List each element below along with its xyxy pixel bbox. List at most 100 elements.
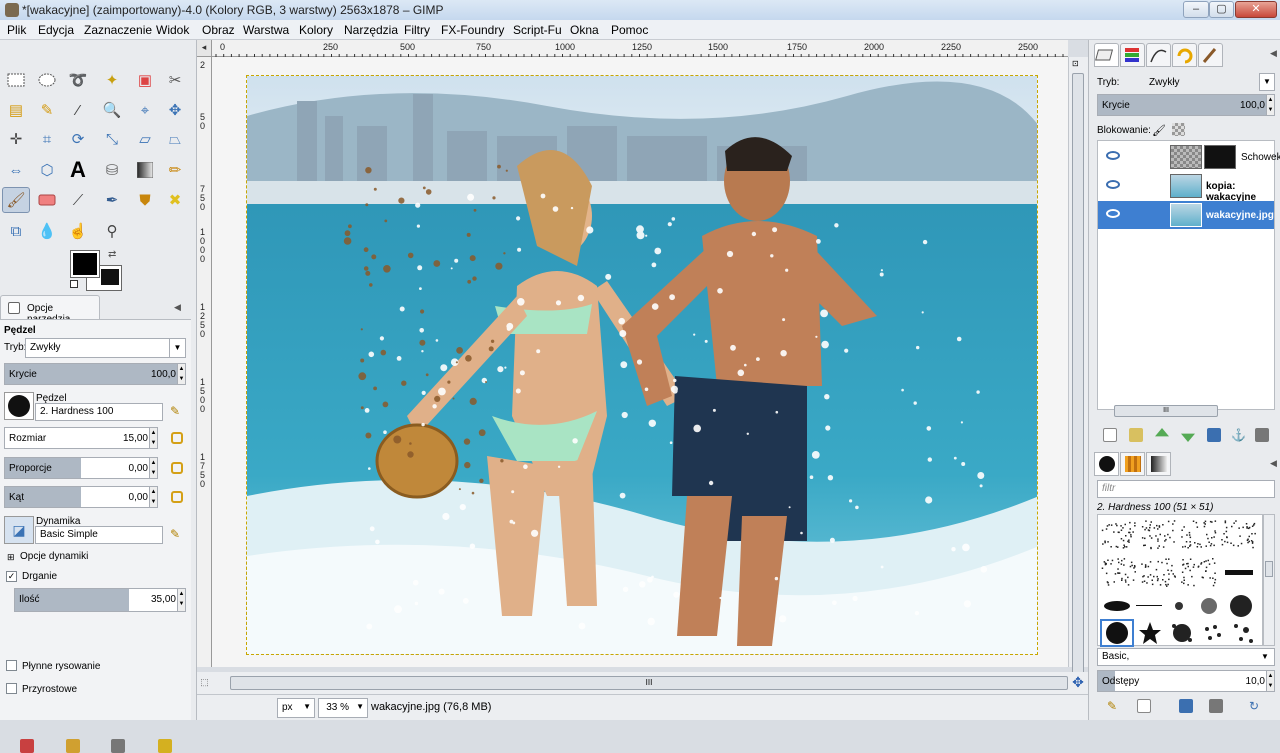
- save-options-icon[interactable]: [20, 739, 34, 753]
- menu-plik[interactable]: Plik: [7, 23, 26, 37]
- brush-cell[interactable]: [1164, 593, 1194, 619]
- brush-filter-input[interactable]: filtr: [1097, 480, 1275, 498]
- amount-slider[interactable]: Ilość 35,00 ▲ ▼: [14, 588, 186, 612]
- duplicate-layer-icon[interactable]: [1207, 428, 1221, 442]
- smudge-icon[interactable]: ☝: [64, 218, 92, 244]
- horizontal-scrollbar-thumb[interactable]: III: [230, 676, 1068, 690]
- menu-okna[interactable]: Okna: [570, 23, 599, 37]
- perspective-clone-icon[interactable]: ⧉: [2, 218, 30, 244]
- size-spinner[interactable]: ▲ ▼: [149, 428, 157, 448]
- menu-filtry[interactable]: Filtry: [404, 23, 430, 37]
- edit-dynamics-icon[interactable]: ✎: [170, 527, 180, 541]
- edit-brush-icon[interactable]: ✎: [1107, 699, 1121, 713]
- paths-icon[interactable]: ✎: [33, 97, 61, 123]
- zoom-select[interactable]: 33 % ▼: [318, 698, 368, 718]
- brush-preview[interactable]: [4, 392, 34, 420]
- brush-cell[interactable]: [1134, 619, 1166, 647]
- brush-name-field[interactable]: 2. Hardness 100: [35, 403, 163, 421]
- new-layer-group-icon[interactable]: [1129, 428, 1143, 442]
- lock-alpha-icon[interactable]: [1172, 123, 1185, 136]
- new-layer-icon[interactable]: [1103, 428, 1117, 442]
- brush-cell[interactable]: [1100, 593, 1134, 619]
- dodge-burn-icon[interactable]: ⚲: [98, 218, 126, 244]
- brush-cell[interactable]: [1194, 593, 1224, 619]
- eraser-icon[interactable]: [33, 187, 61, 213]
- menu-edycja[interactable]: Edycja: [38, 23, 74, 37]
- blend-icon[interactable]: [131, 157, 159, 183]
- reset-ratio-icon[interactable]: [171, 462, 183, 474]
- image-canvas[interactable]: [246, 75, 1038, 655]
- brush-cell[interactable]: [1198, 619, 1228, 647]
- foreground-color-swatch[interactable]: [70, 250, 100, 278]
- move-icon[interactable]: ✥: [161, 97, 189, 123]
- layer-opacity-slider[interactable]: Krycie 100,0 ▲ ▼: [1097, 94, 1275, 116]
- brush-grid-scroll-thumb[interactable]: [1265, 561, 1273, 577]
- lock-pixels-icon[interactable]: 🖌: [1152, 124, 1166, 137]
- chevron-down-icon[interactable]: ▼: [1259, 73, 1275, 91]
- menu-obraz[interactable]: Obraz: [202, 23, 235, 37]
- rotate-icon[interactable]: ⟳: [64, 126, 92, 152]
- menu-warstwa[interactable]: Warstwa: [243, 23, 289, 37]
- panel-menu-icon[interactable]: ◀: [1270, 458, 1277, 469]
- menu-fx-foundry[interactable]: FX-Foundry: [441, 23, 504, 37]
- panel-menu-icon[interactable]: ◀: [174, 302, 181, 313]
- amount-spinner[interactable]: ▲ ▼: [177, 589, 185, 611]
- color-picker-icon[interactable]: ⁄: [64, 97, 92, 123]
- crop-icon[interactable]: ⌗: [33, 126, 61, 152]
- incremental-checkbox[interactable]: [6, 683, 17, 694]
- ink-icon[interactable]: ✒: [98, 187, 126, 213]
- heal-icon[interactable]: ✖: [161, 187, 189, 213]
- pencil-icon[interactable]: ✏: [161, 157, 189, 183]
- dynamics-icon[interactable]: ◪: [4, 516, 34, 544]
- text-tool-icon[interactable]: A: [64, 157, 92, 183]
- jitter-checkbox[interactable]: ✓: [6, 571, 17, 582]
- chevron-down-icon[interactable]: ▼: [1261, 652, 1269, 661]
- scissors-icon[interactable]: ✂: [161, 67, 189, 93]
- delete-options-icon[interactable]: [111, 739, 125, 753]
- refresh-brushes-icon[interactable]: ↻: [1249, 699, 1263, 713]
- close-button[interactable]: ✕: [1235, 1, 1277, 18]
- vertical-scrollbar[interactable]: ⊡: [1068, 57, 1088, 715]
- ratio-spinner[interactable]: ▲ ▼: [149, 458, 157, 478]
- brush-cell[interactable]: [1220, 517, 1258, 553]
- visibility-icon[interactable]: [1106, 180, 1120, 189]
- clone-icon[interactable]: ⛊: [131, 187, 159, 213]
- flip-icon[interactable]: ⇔: [2, 157, 30, 183]
- ratio-slider[interactable]: Proporcje 0,00 ▲ ▼: [4, 457, 158, 479]
- tab-channels[interactable]: [1120, 43, 1145, 67]
- blur-icon[interactable]: 💧: [33, 218, 61, 244]
- reset-colors-icon[interactable]: [70, 280, 78, 288]
- raise-layer-icon[interactable]: [1155, 428, 1169, 437]
- reset-size-icon[interactable]: [171, 432, 183, 444]
- shear-icon[interactable]: ▱: [131, 126, 159, 152]
- scale-icon[interactable]: ⤡: [98, 126, 126, 152]
- opacity-spinner[interactable]: ▲ ▼: [177, 364, 185, 384]
- visibility-icon[interactable]: [1106, 209, 1120, 218]
- select-by-color-icon[interactable]: ▣: [131, 67, 159, 93]
- tab-layers[interactable]: [1094, 43, 1119, 67]
- airbrush-icon[interactable]: ⟋: [64, 187, 92, 213]
- visibility-icon[interactable]: [1106, 151, 1120, 160]
- layer-row[interactable]: kopia: wakacyjne: [1098, 172, 1274, 203]
- panel-menu-icon[interactable]: ◀: [1270, 48, 1277, 59]
- new-brush-icon[interactable]: [1137, 699, 1151, 713]
- smooth-checkbox[interactable]: [6, 660, 17, 671]
- tab-brushes[interactable]: [1198, 43, 1223, 67]
- vertical-scrollbar-thumb[interactable]: [1072, 73, 1084, 715]
- layer-row[interactable]: Schowek: [1098, 143, 1280, 171]
- layer-opacity-spinner[interactable]: ▲ ▼: [1266, 95, 1274, 115]
- magic-wand-icon[interactable]: ✦: [98, 67, 126, 93]
- menu-widok[interactable]: Widok: [156, 23, 189, 37]
- cage-transform-icon[interactable]: ⬡: [33, 157, 61, 183]
- measure-icon[interactable]: ⌖: [131, 97, 159, 123]
- reset-options-icon[interactable]: [158, 739, 172, 753]
- perspective-icon[interactable]: ⏢: [161, 126, 189, 152]
- tab-paths[interactable]: [1146, 43, 1171, 67]
- edit-brush-icon[interactable]: ✎: [170, 404, 180, 418]
- angle-spinner[interactable]: ▲ ▼: [149, 487, 157, 507]
- brush-cell[interactable]: [1224, 593, 1258, 619]
- layers-mode-value[interactable]: Zwykły: [1149, 77, 1180, 88]
- layer-row-selected[interactable]: wakacyjne.jpg: [1098, 201, 1274, 229]
- menu-narzedzia[interactable]: Narzędzia: [344, 23, 398, 37]
- delete-layer-icon[interactable]: [1255, 428, 1269, 442]
